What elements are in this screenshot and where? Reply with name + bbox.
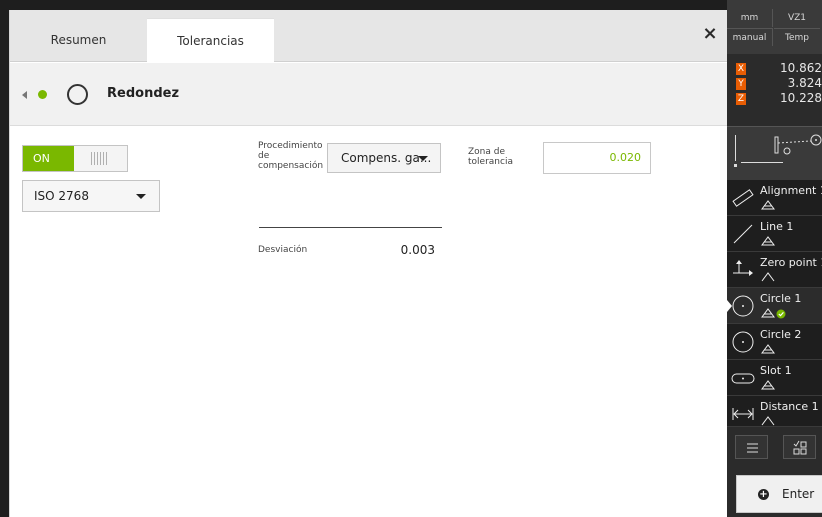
roundness-icon bbox=[67, 84, 88, 105]
coord-z-value: 10.228 bbox=[780, 91, 822, 105]
triangle-icon bbox=[761, 380, 775, 390]
list-item[interactable]: Circle 1 bbox=[727, 288, 822, 324]
slot-icon bbox=[731, 373, 755, 384]
tolerance-zone-input[interactable]: 0.020 bbox=[543, 142, 651, 174]
list-item-label: Alignment 1 bbox=[760, 184, 822, 197]
list-item[interactable]: Circle 2 bbox=[727, 324, 822, 360]
list-item-label: Zero point 1 bbox=[760, 256, 822, 269]
triangle-icon bbox=[761, 236, 775, 246]
deviation-value: 0.003 bbox=[400, 243, 435, 257]
list-item-label: Distance 1 bbox=[760, 400, 819, 413]
chevron-left-icon[interactable] bbox=[22, 91, 27, 99]
position-display: X 10.862 Y 3.824 Z 10.228 bbox=[727, 54, 822, 126]
coord-x-value: 10.862 bbox=[780, 61, 822, 75]
menu-button[interactable] bbox=[735, 435, 768, 459]
axis-y-label: Y bbox=[736, 78, 746, 90]
probe-preview bbox=[727, 126, 822, 180]
feature-list: Alignment 1 Line 1 Zero point 1 Circle 1 bbox=[727, 180, 822, 432]
tolerance-toggle[interactable]: ON bbox=[22, 145, 128, 172]
close-icon[interactable]: × bbox=[700, 24, 720, 44]
layout-button[interactable] bbox=[783, 435, 816, 459]
axis-line bbox=[735, 135, 736, 161]
procedure-label: Procedimiento de compensación bbox=[258, 141, 324, 171]
enter-area: + Enter bbox=[727, 466, 822, 517]
triangle-icon bbox=[761, 200, 775, 210]
caret-down-icon bbox=[136, 194, 146, 199]
divider bbox=[259, 227, 442, 228]
plus-icon: + bbox=[758, 489, 769, 500]
tolerance-content: ON ISO 2768 Procedimiento de compensació… bbox=[10, 127, 728, 517]
feature-header: Redondez bbox=[10, 63, 728, 126]
vz-label[interactable]: VZ1 bbox=[774, 9, 820, 27]
list-item-label: Circle 2 bbox=[760, 328, 802, 341]
standard-select[interactable]: ISO 2768 bbox=[22, 180, 160, 212]
unit-label[interactable]: mm bbox=[727, 9, 773, 27]
axis-z-label: Z bbox=[736, 93, 746, 105]
origin-dot bbox=[734, 164, 737, 167]
zero-point-icon bbox=[733, 260, 753, 276]
tab-resumen[interactable]: Resumen bbox=[10, 18, 147, 62]
app-root: Resumen Tolerancias × Redondez ON ISO 27… bbox=[0, 0, 822, 517]
enter-label: Enter bbox=[782, 487, 815, 501]
list-item[interactable]: Zero point 1 bbox=[727, 252, 822, 288]
tab-tolerancias[interactable]: Tolerancias bbox=[147, 18, 274, 63]
coord-y-value: 3.824 bbox=[787, 76, 822, 90]
list-item[interactable]: Line 1 bbox=[727, 216, 822, 252]
right-panel: mm VZ1 manual Temp X 10.862 Y 3.824 Z 10… bbox=[727, 0, 822, 517]
list-item-label: Circle 1 bbox=[760, 292, 802, 305]
list-item[interactable]: Alignment 1 bbox=[727, 180, 822, 216]
line-icon bbox=[733, 224, 753, 244]
hamburger-icon bbox=[747, 443, 758, 453]
alignment-icon bbox=[732, 189, 754, 207]
procedure-select[interactable]: Compens. ga... bbox=[327, 143, 441, 173]
list-item-label: Slot 1 bbox=[760, 364, 792, 377]
feature-title: Redondez bbox=[107, 86, 180, 101]
tolerance-dialog: Resumen Tolerancias × Redondez ON ISO 27… bbox=[9, 10, 728, 517]
triangle-icon bbox=[761, 344, 775, 354]
enter-button[interactable]: + Enter bbox=[736, 475, 822, 513]
distance-icon bbox=[732, 408, 754, 420]
mode-label[interactable]: manual bbox=[727, 28, 773, 46]
axis-x-label: X bbox=[736, 63, 746, 75]
triangle-icon bbox=[761, 272, 775, 282]
toggle-grip-icon bbox=[91, 152, 107, 165]
list-item-label: Line 1 bbox=[760, 220, 794, 233]
circle-icon bbox=[732, 295, 754, 317]
toggle-on-label: ON bbox=[23, 146, 74, 171]
temp-label[interactable]: Temp bbox=[774, 28, 820, 46]
triangle-icon bbox=[761, 308, 786, 319]
check-status-icon bbox=[38, 90, 47, 99]
standard-select-value: ISO 2768 bbox=[34, 189, 89, 203]
status-header: mm VZ1 manual Temp bbox=[727, 0, 822, 54]
feature-toolbar bbox=[727, 426, 822, 466]
tab-bar: Resumen Tolerancias × bbox=[10, 10, 728, 63]
deviation-label: Desviación bbox=[258, 245, 308, 255]
grid-icon bbox=[793, 440, 807, 455]
zone-label: Zona de tolerancia bbox=[468, 147, 513, 167]
circle-icon bbox=[732, 331, 754, 353]
caret-down-icon bbox=[418, 156, 428, 161]
list-item[interactable]: Slot 1 bbox=[727, 360, 822, 396]
probe-icon bbox=[774, 134, 822, 155]
